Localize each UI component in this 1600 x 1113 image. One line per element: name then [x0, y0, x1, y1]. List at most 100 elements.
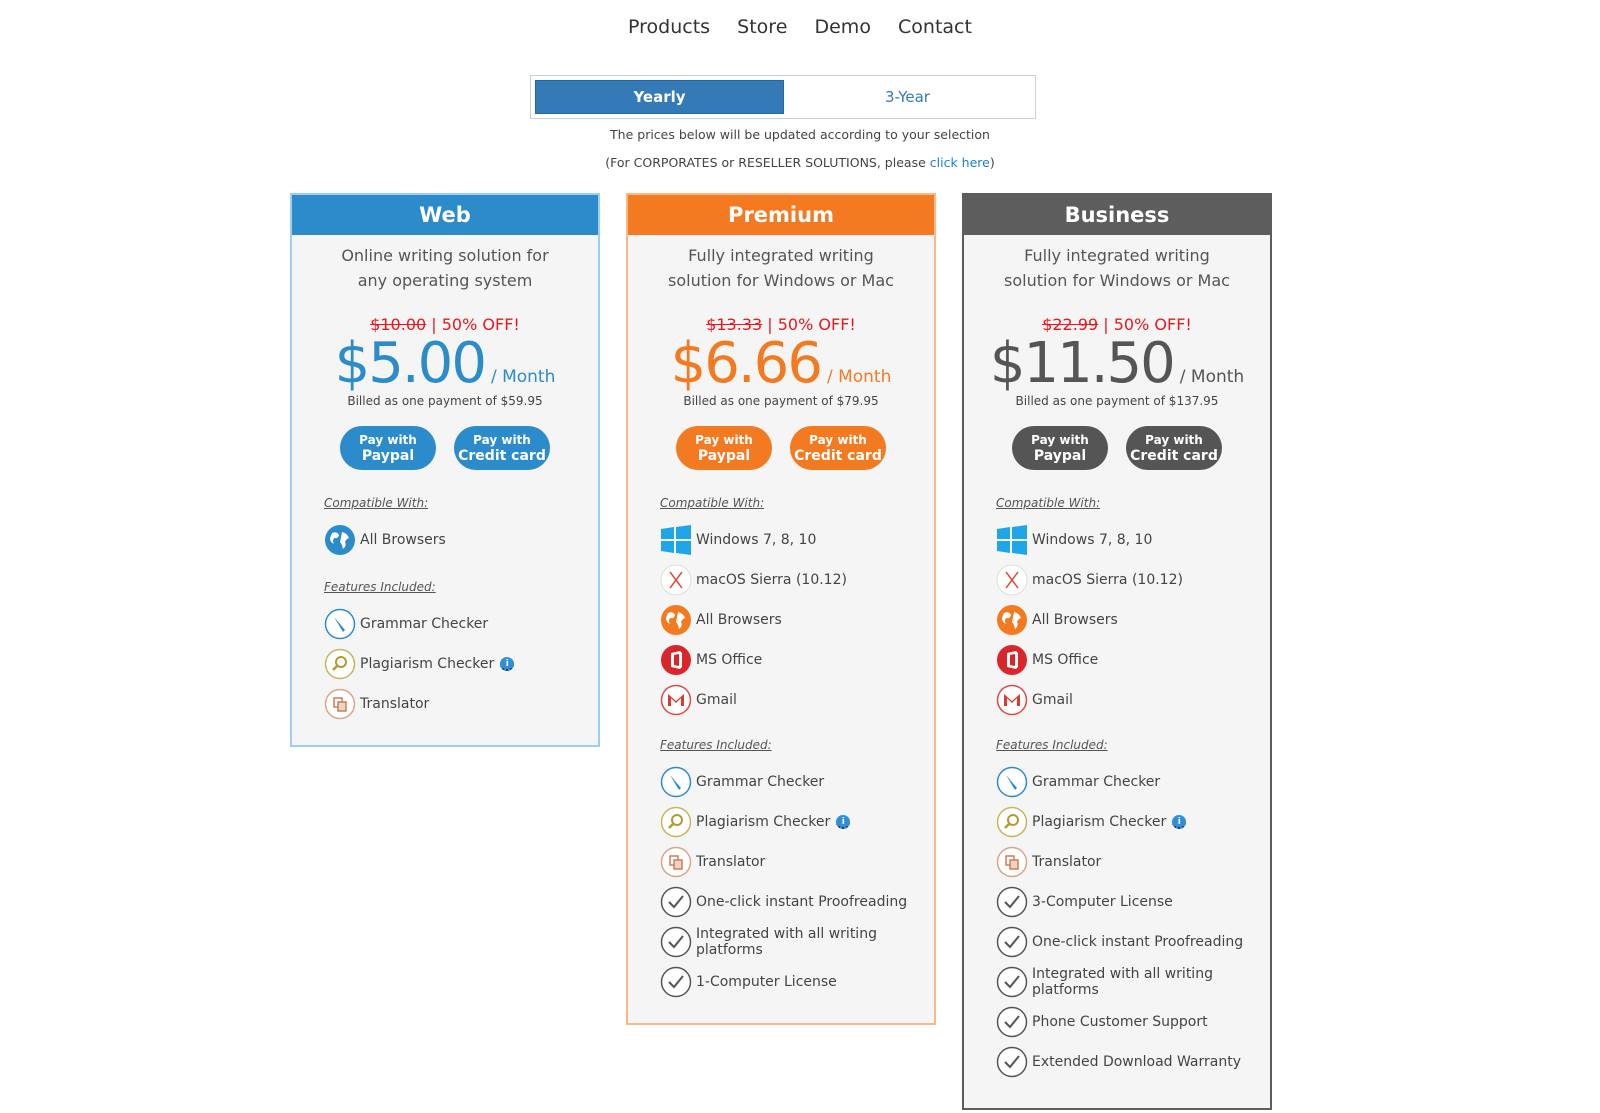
magnifier-icon	[996, 806, 1028, 838]
monthly-price: $6.66	[670, 331, 823, 396]
button-label: Credit card	[794, 448, 882, 464]
per-month-label: / Month	[490, 367, 556, 387]
feature-label: Plagiarism Checker	[360, 656, 495, 672]
pay-credit-card-button[interactable]: Pay with Credit card	[790, 426, 886, 470]
feature-label: Translator	[696, 854, 766, 870]
plan-card-business: Business Fully integrated writing soluti…	[962, 193, 1272, 1110]
per-month-label: / Month	[826, 367, 892, 387]
plan-title: Business	[964, 195, 1270, 235]
checkmark-icon	[996, 1006, 1028, 1038]
list-item: One-click instant Proofreading	[996, 922, 1270, 962]
payment-buttons: Pay with Paypal Pay with Credit card	[292, 426, 598, 470]
list-item: Plagiarism Checker i	[660, 802, 934, 842]
list-item: Grammar Checker	[324, 604, 598, 644]
compatible-label: MS Office	[1032, 652, 1099, 668]
checkmark-icon	[996, 966, 1028, 998]
feature-label: Integrated with all writing platforms	[696, 926, 877, 958]
features-heading: Features Included:	[324, 580, 436, 594]
billing-period-toggle: Yearly 3-Year	[530, 75, 1036, 119]
compatible-label: Gmail	[1032, 692, 1073, 708]
nav-demo[interactable]: Demo	[814, 16, 870, 38]
list-item: All Browsers	[996, 600, 1270, 640]
button-small-label: Pay with	[1145, 433, 1203, 447]
three-year-option[interactable]: 3-Year	[784, 80, 1031, 114]
nav-store[interactable]: Store	[737, 16, 787, 38]
pay-paypal-button[interactable]: Pay with Paypal	[676, 426, 772, 470]
checkmark-icon	[996, 1046, 1028, 1078]
plan-description-line1: Online writing solution for	[341, 246, 549, 265]
plan-description-line1: Fully integrated writing	[688, 246, 874, 265]
plan-description: Online writing solution for any operatin…	[292, 243, 598, 293]
magnifier-icon	[324, 648, 356, 680]
plan-description: Fully integrated writing solution for Wi…	[964, 243, 1270, 293]
corporate-note-suffix: )	[989, 155, 995, 170]
pay-paypal-button[interactable]: Pay with Paypal	[1012, 426, 1108, 470]
pay-paypal-button[interactable]: Pay with Paypal	[340, 426, 436, 470]
list-item: 1-Computer License	[660, 962, 934, 1002]
compatible-label: macOS Sierra (10.12)	[1032, 572, 1183, 588]
list-item: macOS Sierra (10.12)	[660, 560, 934, 600]
feature-label: Grammar Checker	[696, 774, 825, 790]
info-icon[interactable]: i	[1172, 815, 1187, 829]
compatible-label: All Browsers	[360, 532, 446, 548]
button-label: Paypal	[1033, 448, 1087, 464]
pay-credit-card-button[interactable]: Pay with Credit card	[454, 426, 550, 470]
globe-icon	[997, 605, 1027, 635]
compatible-label: MS Office	[696, 652, 763, 668]
list-item: Gmail	[660, 680, 934, 720]
list-item: Integrated with all writing platforms	[996, 962, 1270, 1002]
info-icon[interactable]: i	[500, 657, 515, 671]
checkmark-icon	[660, 886, 692, 918]
checkmark-icon	[996, 926, 1028, 958]
list-item: Plagiarism Checker i	[324, 644, 598, 684]
price-update-note: The prices below will be updated accordi…	[610, 127, 990, 142]
pay-credit-card-button[interactable]: Pay with Credit card	[1126, 426, 1222, 470]
info-icon[interactable]: i	[836, 815, 851, 829]
list-item: Integrated with all writing platforms	[660, 922, 934, 962]
list-item: All Browsers	[660, 600, 934, 640]
button-label: Paypal	[697, 448, 751, 464]
billed-note: Billed as one payment of $137.95	[1015, 394, 1219, 408]
windows-icon	[661, 525, 691, 555]
feature-label: Extended Download Warranty	[1032, 1054, 1242, 1070]
payment-buttons: Pay with Paypal Pay with Credit card	[628, 426, 934, 470]
list-item: Windows 7, 8, 10	[996, 520, 1270, 560]
ms-office-icon	[997, 645, 1027, 675]
list-item: Grammar Checker	[660, 762, 934, 802]
price-row: $5.00/ Month	[292, 334, 598, 394]
list-item: Translator	[324, 684, 598, 724]
plan-description: Fully integrated writing solution for Wi…	[628, 243, 934, 293]
list-item: One-click instant Proofreading	[660, 882, 934, 922]
plan-description-line2: solution for Windows or Mac	[1004, 271, 1230, 290]
nav-products[interactable]: Products	[628, 16, 710, 38]
plan-description-line2: solution for Windows or Mac	[668, 271, 894, 290]
grammar-pen-icon	[660, 766, 692, 798]
translator-icon	[324, 688, 356, 720]
click-here-link[interactable]: click here	[930, 155, 990, 170]
compatible-heading: Compatible With:	[324, 496, 429, 510]
button-small-label: Pay with	[809, 433, 867, 447]
compatible-label: macOS Sierra (10.12)	[696, 572, 847, 588]
plan-title: Premium	[628, 195, 934, 235]
plan-description-line1: Fully integrated writing	[1024, 246, 1210, 265]
feature-label: 1-Computer License	[696, 974, 837, 990]
checkmark-icon	[660, 926, 692, 958]
feature-label: Translator	[1032, 854, 1102, 870]
billed-note: Billed as one payment of $59.95	[347, 394, 543, 408]
features-heading: Features Included:	[660, 738, 772, 752]
grammar-pen-icon	[996, 766, 1028, 798]
price-row: $11.50/ Month	[964, 334, 1270, 394]
button-small-label: Pay with	[359, 433, 417, 447]
checkmark-icon	[660, 966, 692, 998]
feature-label: Translator	[360, 696, 430, 712]
list-item: macOS Sierra (10.12)	[996, 560, 1270, 600]
list-item: Translator	[996, 842, 1270, 882]
translator-icon	[996, 846, 1028, 878]
button-label: Credit card	[458, 448, 546, 464]
list-item: Phone Customer Support	[996, 1002, 1270, 1042]
nav-contact[interactable]: Contact	[898, 16, 972, 38]
compatible-label: Gmail	[696, 692, 737, 708]
list-item: MS Office	[660, 640, 934, 680]
yearly-option[interactable]: Yearly	[535, 80, 784, 114]
gmail-icon	[660, 684, 692, 716]
